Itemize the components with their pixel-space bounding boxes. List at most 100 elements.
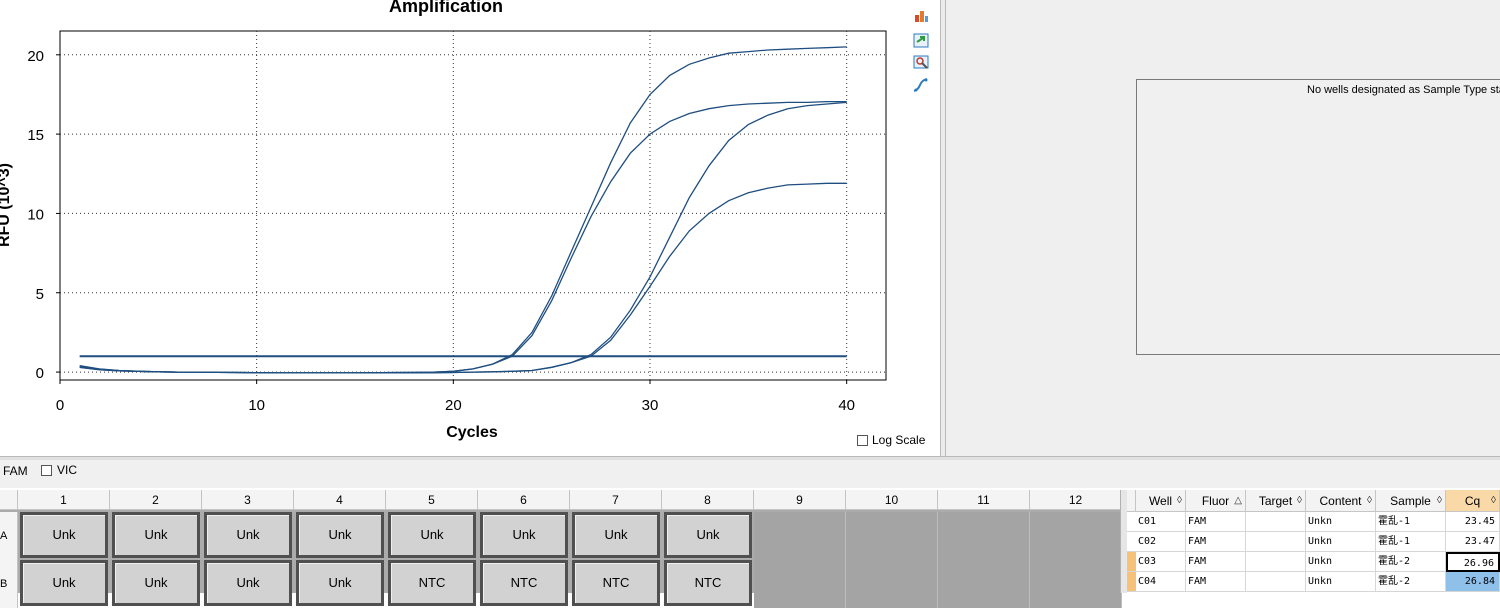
plate-well[interactable]: Unk (204, 512, 292, 558)
results-cell-content[interactable]: Unkn (1306, 552, 1376, 572)
plate-well-empty[interactable] (754, 512, 846, 560)
plate-row-header[interactable]: B (0, 560, 18, 608)
results-header-label: Fluor (1201, 494, 1230, 508)
log-scale-checkbox[interactable]: Log Scale (857, 433, 925, 447)
plate-well-empty[interactable] (846, 512, 938, 560)
plate-well-empty[interactable] (938, 560, 1030, 608)
row-marker[interactable] (1127, 512, 1136, 532)
plate-well-empty[interactable] (938, 512, 1030, 560)
results-cell-content[interactable]: Unkn (1306, 532, 1376, 552)
results-cell-well[interactable]: C01 (1136, 512, 1186, 532)
results-header-label: Cq (1464, 494, 1481, 508)
row-marker[interactable] (1127, 532, 1136, 552)
results-cell-cq[interactable]: 26.96 (1446, 552, 1500, 572)
results-cell-sample[interactable]: 霍乱-2 (1376, 572, 1446, 592)
plate-column-header[interactable]: 2 (110, 490, 202, 510)
plate-well[interactable]: Unk (480, 512, 568, 558)
results-cell-well[interactable]: C04 (1136, 572, 1186, 592)
plate-well-empty[interactable] (1030, 512, 1122, 560)
x-tick-label: 40 (838, 397, 855, 414)
results-cell-fluor[interactable]: FAM (1186, 552, 1246, 572)
results-header-label: Well (1148, 494, 1173, 508)
log-scale-label: Log Scale (872, 433, 926, 447)
plate-well[interactable]: Unk (296, 512, 384, 558)
results-cell-well[interactable]: C02 (1136, 532, 1186, 552)
plate-well-empty[interactable] (846, 560, 938, 608)
results-cell-fluor[interactable]: FAM (1186, 572, 1246, 592)
plate-well[interactable]: Unk (204, 560, 292, 606)
plate-well[interactable]: Unk (664, 512, 752, 558)
row-marker[interactable] (1127, 552, 1136, 572)
plate-well[interactable]: Unk (20, 512, 108, 558)
results-cell-content[interactable]: Unkn (1306, 572, 1376, 592)
sort-icon: ◊ (1367, 495, 1372, 506)
results-cell-fluor[interactable]: FAM (1186, 512, 1246, 532)
fam-label[interactable]: FAM (3, 464, 28, 478)
plate-column-header[interactable]: 5 (386, 490, 478, 510)
y-tick-label: 20 (27, 48, 44, 65)
curve-icon[interactable] (912, 76, 930, 94)
results-cell-cq[interactable]: 23.47 (1446, 532, 1500, 552)
results-header-target[interactable]: Target ◊ (1246, 490, 1306, 512)
plate-column-header[interactable]: 12 (1030, 490, 1122, 510)
results-cell-cq[interactable]: 23.45 (1446, 512, 1500, 532)
results-cell-target[interactable] (1246, 572, 1306, 592)
results-cell-sample[interactable]: 霍乱-1 (1376, 532, 1446, 552)
export-icon[interactable] (912, 31, 930, 49)
plate-column-header[interactable]: 6 (478, 490, 570, 510)
plate-column-header[interactable]: 10 (846, 490, 938, 510)
plate-well[interactable]: NTC (664, 560, 752, 606)
plate-well[interactable]: Unk (112, 512, 200, 558)
plate-well-empty[interactable] (1030, 560, 1122, 608)
vic-box[interactable] (41, 464, 52, 476)
x-tick-label: 30 (642, 397, 659, 414)
plate-column-header[interactable]: 11 (938, 490, 1030, 510)
plate-well[interactable]: NTC (572, 560, 660, 606)
results-header-content[interactable]: Content ◊ (1306, 490, 1376, 512)
plate-well-empty[interactable] (754, 560, 846, 608)
results-cell-target[interactable] (1246, 552, 1306, 572)
plate-well[interactable]: NTC (388, 560, 476, 606)
standard-curve-box: No wells designated as Sample Type stand… (1136, 79, 1500, 355)
results-header-label: Sample (1390, 494, 1431, 508)
plate-column-header[interactable]: 9 (754, 490, 846, 510)
row-marker[interactable] (1127, 572, 1136, 592)
plot-area (59, 30, 887, 381)
sort-icon: ◊ (1177, 495, 1182, 506)
plate-well[interactable]: Unk (20, 560, 108, 606)
plate-well[interactable]: Unk (296, 560, 384, 606)
results-header-fluor[interactable]: Fluor △ (1186, 490, 1246, 512)
plate-splitter[interactable] (1120, 490, 1127, 593)
y-tick-label: 5 (36, 286, 44, 303)
log-scale-box[interactable] (857, 434, 868, 446)
plate-corner (0, 490, 18, 510)
plate-column-header[interactable]: 7 (570, 490, 662, 510)
plate-column-header[interactable]: 8 (662, 490, 754, 510)
y-tick-label: 10 (27, 206, 44, 223)
plate-well[interactable]: NTC (480, 560, 568, 606)
x-axis-label: Cycles (446, 424, 498, 441)
x-tick-label: 10 (248, 397, 265, 414)
chart-bar-icon[interactable] (912, 6, 930, 24)
results-cell-target[interactable] (1246, 512, 1306, 532)
results-header-sample[interactable]: Sample ◊ (1376, 490, 1446, 512)
plate-well[interactable]: Unk (572, 512, 660, 558)
results-cell-target[interactable] (1246, 532, 1306, 552)
results-cell-well[interactable]: C03 (1136, 552, 1186, 572)
plate-well[interactable]: Unk (112, 560, 200, 606)
results-cell-fluor[interactable]: FAM (1186, 532, 1246, 552)
results-cell-sample[interactable]: 霍乱-1 (1376, 512, 1446, 532)
plate-well[interactable]: Unk (388, 512, 476, 558)
zoom-icon[interactable] (912, 53, 930, 71)
plate-column-header[interactable]: 4 (294, 490, 386, 510)
results-header-cq[interactable]: Cq ◊ (1446, 490, 1500, 512)
results-cell-cq[interactable]: 26.84 (1446, 572, 1500, 592)
plate-column-header[interactable]: 3 (202, 490, 294, 510)
plate-row-header[interactable]: A (0, 512, 18, 560)
results-cell-sample[interactable]: 霍乱-2 (1376, 552, 1446, 572)
results-cell-content[interactable]: Unkn (1306, 512, 1376, 532)
chart-title: Amplification (389, 0, 503, 16)
vic-checkbox[interactable]: VIC (41, 463, 77, 477)
plate-column-header[interactable]: 1 (18, 490, 110, 510)
results-header-well[interactable]: Well ◊ (1136, 490, 1186, 512)
